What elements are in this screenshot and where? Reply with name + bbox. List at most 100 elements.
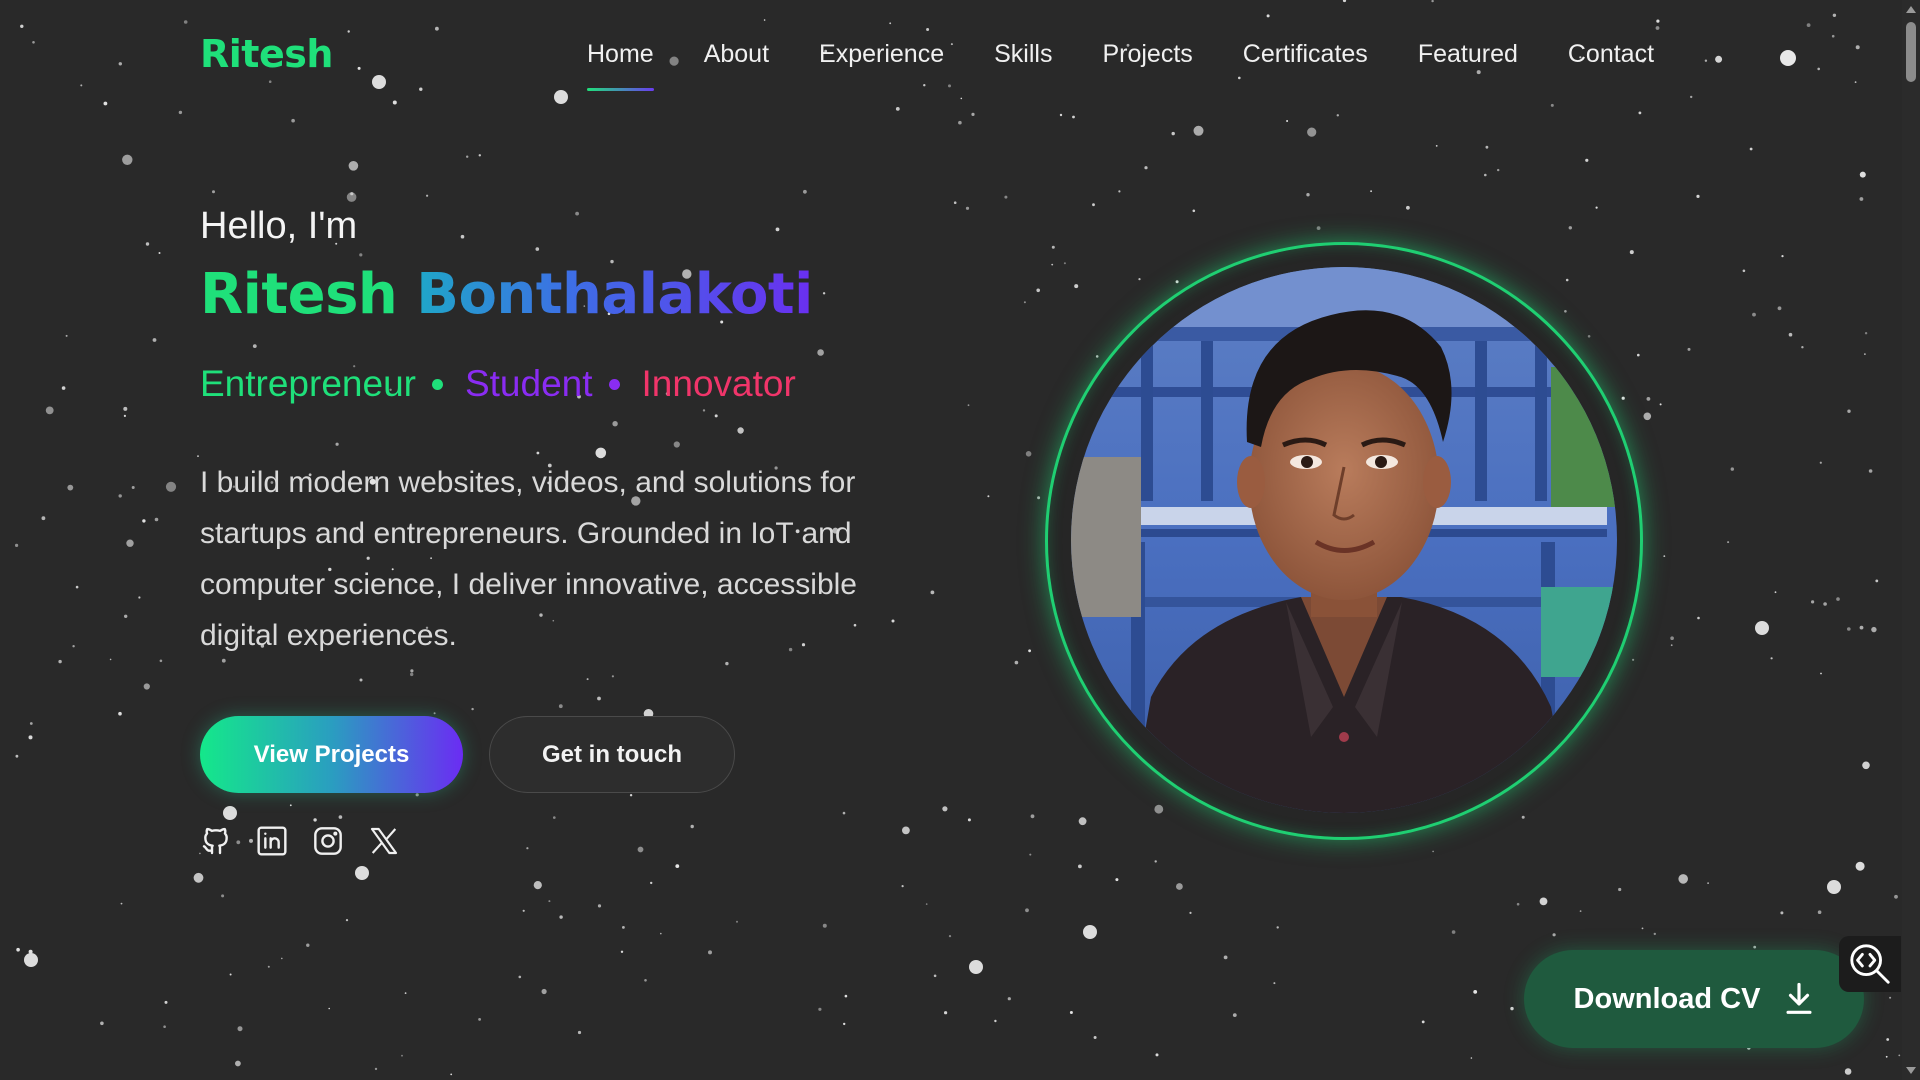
site-logo[interactable]: Ritesh (200, 32, 333, 76)
star-dot (1470, 1057, 1473, 1059)
nav-item-featured[interactable]: Featured (1418, 40, 1518, 69)
star-dot (345, 919, 349, 922)
star-dot (644, 979, 647, 982)
star-dot (401, 1054, 403, 1057)
star-dot (1176, 883, 1183, 890)
star-dot (1063, 262, 1066, 265)
star-dot (1643, 412, 1652, 421)
star-dot (221, 894, 225, 898)
star-dot (138, 596, 141, 599)
star-dot (1770, 657, 1773, 660)
hero-first-name: Ritesh (200, 262, 398, 327)
star-dot (1370, 190, 1372, 193)
star-dot (1670, 644, 1673, 647)
scroll-up-arrow[interactable] (1906, 6, 1916, 13)
role-separator-dot (608, 378, 620, 390)
star-dot (1154, 804, 1164, 814)
nav-item-skills[interactable]: Skills (994, 40, 1052, 69)
star-dot (944, 1011, 948, 1015)
star-dot (193, 872, 204, 883)
hero-section: Hello, I'm Ritesh Bonthalakoti Entrepren… (200, 205, 960, 857)
profile-photo (1071, 267, 1617, 813)
download-cv-button[interactable]: Download CV (1524, 950, 1864, 1048)
star-dot (145, 242, 150, 246)
portfolio-page: Ritesh Home About Experience Skills Proj… (0, 0, 1920, 1080)
star-dot (650, 881, 653, 885)
code-inspector-button[interactable] (1839, 936, 1901, 992)
star-dot (1697, 616, 1700, 620)
nav-item-certificates[interactable]: Certificates (1243, 40, 1368, 69)
star-dot (478, 154, 481, 157)
star-dot (1485, 145, 1489, 149)
star-dot (953, 201, 957, 204)
star-dot (1864, 332, 1868, 335)
star-dot (1568, 226, 1573, 230)
star-dot (142, 519, 146, 523)
star-dot (1273, 982, 1276, 985)
social-links (200, 825, 960, 857)
star-dot (1855, 861, 1865, 871)
star-dot (1051, 263, 1054, 266)
star-dot (100, 1021, 104, 1026)
star-dot (1827, 880, 1841, 894)
star-dot (1864, 353, 1866, 355)
star-dot (541, 988, 547, 995)
star-dot (212, 190, 215, 194)
nav-item-contact[interactable]: Contact (1568, 40, 1654, 69)
github-icon[interactable] (200, 825, 232, 857)
star-dot (1844, 1068, 1852, 1075)
instagram-icon[interactable] (312, 825, 344, 857)
page-scrollbar[interactable] (1902, 0, 1920, 1080)
star-dot (165, 481, 177, 492)
star-dot (1432, 850, 1434, 853)
star-dot (597, 904, 602, 908)
star-dot (1192, 209, 1196, 213)
star-dot (118, 711, 122, 716)
star-dot (120, 902, 123, 905)
star-dot (159, 659, 163, 663)
star-dot (1521, 815, 1525, 819)
star-dot (15, 754, 19, 758)
scroll-thumb[interactable] (1906, 22, 1916, 82)
theme-toggle-dot[interactable] (1780, 50, 1796, 66)
star-dot (1014, 660, 1019, 665)
nav-item-experience[interactable]: Experience (819, 40, 944, 69)
star-dot (426, 194, 429, 197)
star-dot (1646, 397, 1651, 401)
star-dot (1072, 115, 1075, 119)
star-dot (1059, 113, 1063, 117)
star-dot (620, 950, 624, 953)
star-dot (1727, 541, 1730, 544)
scroll-down-arrow[interactable] (1906, 1067, 1916, 1074)
role-entrepreneur: Entrepreneur (200, 363, 416, 404)
view-projects-button[interactable]: View Projects (200, 716, 463, 793)
star-dot (291, 118, 295, 123)
star-dot (1670, 636, 1674, 640)
star-dot (1028, 649, 1031, 653)
star-dot (1819, 461, 1822, 464)
star-dot (109, 658, 112, 661)
nav-item-home[interactable]: Home (587, 40, 654, 91)
star-dot (72, 645, 75, 648)
nav-item-about[interactable]: About (704, 40, 769, 69)
star-dot (803, 189, 807, 194)
hero-actions: View Projects Get in touch (200, 716, 960, 793)
star-dot (348, 161, 359, 171)
star-dot (152, 338, 157, 342)
star-dot (1637, 353, 1640, 357)
star-dot (1641, 927, 1644, 930)
star-dot (1823, 602, 1827, 606)
star-dot (143, 683, 150, 690)
star-dot (1859, 625, 1864, 630)
star-dot (822, 923, 827, 928)
star-dot (1336, 114, 1340, 117)
star-dot (533, 881, 542, 890)
star-dot (1451, 930, 1456, 934)
star-dot (1025, 451, 1032, 457)
nav-item-projects[interactable]: Projects (1102, 40, 1192, 69)
star-dot (45, 406, 54, 415)
linkedin-icon[interactable] (256, 825, 288, 857)
get-in-touch-button[interactable]: Get in touch (489, 716, 735, 793)
x-icon[interactable] (368, 825, 400, 857)
star-dot (522, 909, 525, 912)
